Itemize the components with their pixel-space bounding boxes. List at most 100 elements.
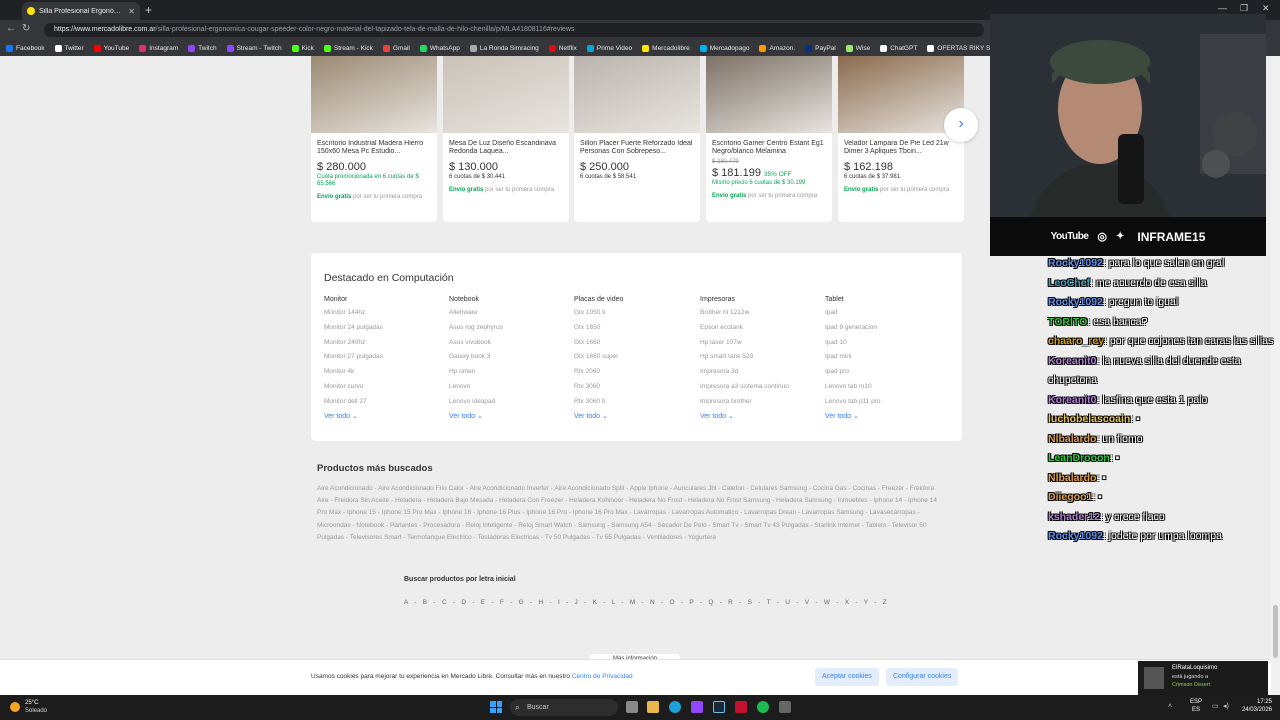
- close-window-icon[interactable]: ✕: [1262, 3, 1270, 14]
- bookmark-item[interactable]: Netflix: [548, 44, 577, 52]
- bookmark-item[interactable]: PayPal: [805, 44, 836, 52]
- scrollbar-thumb[interactable]: [1273, 605, 1278, 658]
- category-link[interactable]: Monitor curvo: [324, 382, 444, 397]
- category-link[interactable]: Lenovo ideapad: [449, 397, 569, 412]
- bookmark-item[interactable]: YouTube: [93, 44, 129, 52]
- task-view-icon[interactable]: [626, 701, 638, 713]
- product-card[interactable]: Escritorio Industrial Madera Hierro 150x…: [311, 56, 437, 222]
- category-link[interactable]: Monitor 27 pulgadas: [324, 352, 444, 367]
- bookmark-item[interactable]: Amazon.: [759, 44, 795, 52]
- browser-tab[interactable]: Silla Profesional Ergonómica Cougar ✕: [22, 2, 140, 20]
- category-link[interactable]: Monitor 240hz: [324, 338, 444, 353]
- close-tab-icon[interactable]: ✕: [128, 7, 135, 16]
- category-link[interactable]: Ipad pro: [825, 367, 945, 382]
- category-link[interactable]: Rtx 2060: [574, 367, 694, 382]
- category-link[interactable]: Impresora 3d: [700, 367, 820, 382]
- back-icon[interactable]: ←: [6, 23, 16, 34]
- product-image[interactable]: [443, 56, 569, 133]
- bookmark-item[interactable]: Wise: [845, 44, 870, 52]
- steam-icon[interactable]: [713, 701, 725, 713]
- category-link[interactable]: Monitor dell 27: [324, 397, 444, 412]
- bookmark-item[interactable]: Mercadopago: [699, 44, 749, 52]
- category-link[interactable]: Lenovo: [449, 382, 569, 397]
- category-link[interactable]: Monitor 144hz: [324, 308, 444, 323]
- privacy-center-link[interactable]: Centro de Privacidad: [572, 673, 633, 680]
- edge-icon[interactable]: [669, 701, 681, 713]
- configure-cookies-button[interactable]: Configurar cookies: [886, 668, 959, 686]
- category-link[interactable]: Epson ecotank: [700, 323, 820, 338]
- category-link[interactable]: Hp laser 107w: [700, 338, 820, 353]
- category-link[interactable]: Ipad 9 generacion: [825, 323, 945, 338]
- bookmark-item[interactable]: ChatGPT: [880, 44, 917, 52]
- bookmark-item[interactable]: Mercadolibre: [642, 44, 690, 52]
- taskbar-search[interactable]: Buscar: [510, 699, 618, 716]
- tray-chevron-icon[interactable]: ˄: [1168, 703, 1172, 710]
- product-title[interactable]: Escritorio Gamer Centro Estant Eg1 Negro…: [712, 140, 826, 156]
- obs-icon[interactable]: [691, 701, 703, 713]
- category-link[interactable]: Galaxy book 3: [449, 352, 569, 367]
- category-link[interactable]: Impresora a3 sistema continuo: [700, 382, 820, 397]
- category-link[interactable]: Alienware: [449, 308, 569, 323]
- network-icon[interactable]: ▭: [1212, 702, 1219, 710]
- product-card[interactable]: Sillon Placer Fuerte Reforzado Ideal Per…: [574, 56, 700, 222]
- product-card[interactable]: Velador Lampara De Pie Led 21w Dimer 3 A…: [838, 56, 964, 222]
- tools-icon[interactable]: [779, 701, 791, 713]
- category-link[interactable]: Monitor 4k: [324, 367, 444, 382]
- ver-todo-link[interactable]: Ver todo ⌄: [449, 412, 569, 420]
- category-link[interactable]: Ipad 10: [825, 338, 945, 353]
- bookmark-item[interactable]: Prime Video: [586, 44, 632, 52]
- product-card[interactable]: Escritorio Gamer Centro Estant Eg1 Negro…: [706, 56, 832, 222]
- lang-indicator[interactable]: ESP: [1190, 699, 1202, 705]
- bookmark-item[interactable]: Twitch: [188, 44, 217, 52]
- category-link[interactable]: Brother hl 1212w: [700, 308, 820, 323]
- racing-app-icon[interactable]: [735, 701, 747, 713]
- file-explorer-icon[interactable]: [647, 701, 659, 713]
- product-image[interactable]: [706, 56, 832, 133]
- accept-cookies-button[interactable]: Aceptar cookies: [815, 668, 879, 686]
- bookmark-item[interactable]: WhatsApp: [419, 44, 460, 52]
- category-link[interactable]: Rtx 3060: [574, 382, 694, 397]
- weather-temp[interactable]: 25°C: [25, 700, 38, 706]
- category-link[interactable]: Gtx 1650: [574, 323, 694, 338]
- reload-icon[interactable]: ↻: [22, 23, 30, 34]
- volume-icon[interactable]: ◂): [1223, 702, 1229, 710]
- category-link[interactable]: Ipad mini: [825, 352, 945, 367]
- ver-todo-link[interactable]: Ver todo ⌄: [825, 412, 945, 420]
- bookmark-item[interactable]: Stream - Twitch: [226, 44, 282, 52]
- category-link[interactable]: Hp smart tank 520: [700, 352, 820, 367]
- category-link[interactable]: Lenovo tab p11 pro: [825, 397, 945, 412]
- category-link[interactable]: Rtx 3060 ti: [574, 397, 694, 412]
- product-title[interactable]: Escritorio Industrial Madera Hierro 150x…: [317, 140, 431, 156]
- spotify-icon[interactable]: [757, 701, 769, 713]
- category-link[interactable]: Impresora brother: [700, 397, 820, 412]
- maximize-icon[interactable]: ❐: [1240, 3, 1248, 14]
- bookmark-item[interactable]: La Ronda Simracing: [469, 44, 539, 52]
- ver-todo-link[interactable]: Ver todo ⌄: [574, 412, 694, 420]
- ver-todo-link[interactable]: Ver todo ⌄: [324, 412, 444, 420]
- product-card[interactable]: Mesa De Luz Diseño Escandinava Redonda L…: [443, 56, 569, 222]
- carousel-next-button[interactable]: ›: [944, 108, 978, 142]
- category-link[interactable]: Ipad: [825, 308, 945, 323]
- bookmark-item[interactable]: Kick: [291, 44, 314, 52]
- category-link[interactable]: Gtx 1660: [574, 338, 694, 353]
- category-link[interactable]: Asus rog zephyrus: [449, 323, 569, 338]
- letter-index[interactable]: A - B - C - D - E - F - G - H - I - J - …: [404, 599, 887, 606]
- ver-todo-link[interactable]: Ver todo ⌄: [700, 412, 820, 420]
- minimize-icon[interactable]: —: [1218, 3, 1227, 13]
- category-link[interactable]: Gtx 1050 ti: [574, 308, 694, 323]
- category-link[interactable]: Monitor 24 pulgadas: [324, 323, 444, 338]
- product-image[interactable]: [574, 56, 700, 133]
- url-field[interactable]: https://www.mercadolibre.com.ar/silla-pr…: [44, 23, 984, 37]
- mas-buscados-list[interactable]: Aire Acondicionado - Aire Acondicionado …: [317, 483, 947, 544]
- bookmark-item[interactable]: Twitter: [54, 44, 84, 52]
- bookmark-item[interactable]: Instagram: [139, 44, 178, 52]
- category-link[interactable]: Lenovo tab m10: [825, 382, 945, 397]
- new-tab-button[interactable]: +: [145, 3, 152, 17]
- bookmark-item[interactable]: Stream - Kick: [323, 44, 373, 52]
- product-image[interactable]: [311, 56, 437, 133]
- category-link[interactable]: Gtx 1660 super: [574, 352, 694, 367]
- product-title[interactable]: Velador Lampara De Pie Led 21w Dimer 3 A…: [844, 140, 958, 156]
- category-link[interactable]: Asus vivobook: [449, 338, 569, 353]
- product-title[interactable]: Sillon Placer Fuerte Reforzado Ideal Per…: [580, 140, 694, 156]
- product-title[interactable]: Mesa De Luz Diseño Escandinava Redonda L…: [449, 140, 563, 156]
